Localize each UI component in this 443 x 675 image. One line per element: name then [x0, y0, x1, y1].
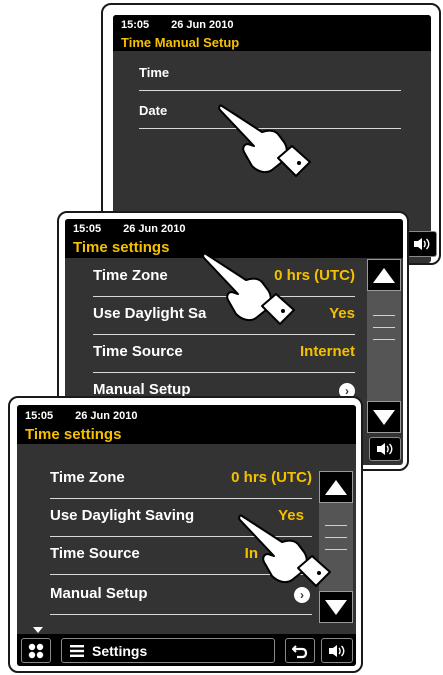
- status-time: 15:05: [73, 222, 102, 235]
- scrollbar-grip: [373, 327, 395, 328]
- scroll-down-icon: [325, 599, 347, 615]
- menu-label: Settings: [92, 642, 148, 659]
- volume-icon: [329, 644, 345, 657]
- status-bar: 15:05 26 Jun 2010: [65, 219, 403, 238]
- menu-lines-icon: [70, 644, 84, 657]
- more-below-indicator: [33, 627, 43, 633]
- home-button[interactable]: [21, 638, 51, 663]
- home-grid-icon: [28, 643, 44, 658]
- page-title: Time Manual Setup: [113, 34, 431, 51]
- list-item-time[interactable]: Time: [139, 65, 401, 91]
- scroll-up-button[interactable]: [319, 471, 353, 503]
- list-item-label: Manual Setup: [50, 585, 148, 602]
- list-item-time-source[interactable]: Time Source Internet: [93, 343, 355, 373]
- status-time: 15:05: [121, 18, 150, 31]
- divider: [93, 334, 355, 335]
- status-bar: 15:05 26 Jun 2010: [113, 15, 431, 34]
- list-item-value: 0 hrs (UTC): [231, 469, 312, 486]
- pointing-hand-icon: [202, 252, 295, 325]
- scroll-up-button[interactable]: [367, 259, 401, 291]
- divider: [139, 90, 401, 91]
- list-item-label: Time: [139, 65, 170, 80]
- scroll-down-button[interactable]: [319, 591, 353, 623]
- scroll-up-icon: [373, 267, 395, 283]
- pointing-hand-icon: [218, 104, 311, 177]
- status-time: 15:05: [25, 409, 54, 422]
- status-date: 26 Jun 2010: [171, 18, 234, 31]
- scrollbar-grip: [373, 339, 395, 340]
- divider: [50, 614, 312, 615]
- back-arrow-icon: [292, 644, 308, 658]
- back-button[interactable]: [285, 638, 315, 663]
- pointing-hand-icon: [238, 514, 331, 587]
- list-item-label: Date: [139, 103, 168, 118]
- volume-icon: [414, 238, 430, 250]
- list-item-label: Time Zone: [50, 469, 125, 486]
- status-date: 26 Jun 2010: [75, 409, 138, 422]
- scroll-down-icon: [373, 409, 395, 425]
- list-item-value: Internet: [299, 343, 355, 360]
- page-title: Time settings: [17, 426, 356, 444]
- volume-button[interactable]: [407, 231, 437, 257]
- list-item-label: Use Daylight Saving: [50, 507, 195, 524]
- list-item-label: Time Source: [93, 343, 183, 360]
- scrollbar-track[interactable]: [367, 291, 401, 401]
- list-item-time-zone[interactable]: Time Zone 0 hrs (UTC): [50, 469, 312, 499]
- scroll-up-icon: [325, 479, 347, 495]
- volume-button[interactable]: [321, 638, 353, 663]
- divider: [50, 498, 312, 499]
- list-item-label: Use Daylight Sa: [93, 305, 207, 322]
- menu-button[interactable]: Settings: [61, 638, 275, 663]
- status-date: 26 Jun 2010: [123, 222, 186, 235]
- scrollbar-grip: [373, 315, 395, 316]
- list-item-label: Time Zone: [93, 267, 168, 284]
- scroll-down-button[interactable]: [367, 401, 401, 433]
- list-item-label: Time Source: [50, 545, 140, 562]
- volume-icon: [377, 443, 393, 455]
- divider: [93, 372, 355, 373]
- volume-button[interactable]: [369, 437, 401, 461]
- status-bar: 15:05 26 Jun 2010: [17, 405, 356, 426]
- list-item-value: Yes: [329, 305, 355, 322]
